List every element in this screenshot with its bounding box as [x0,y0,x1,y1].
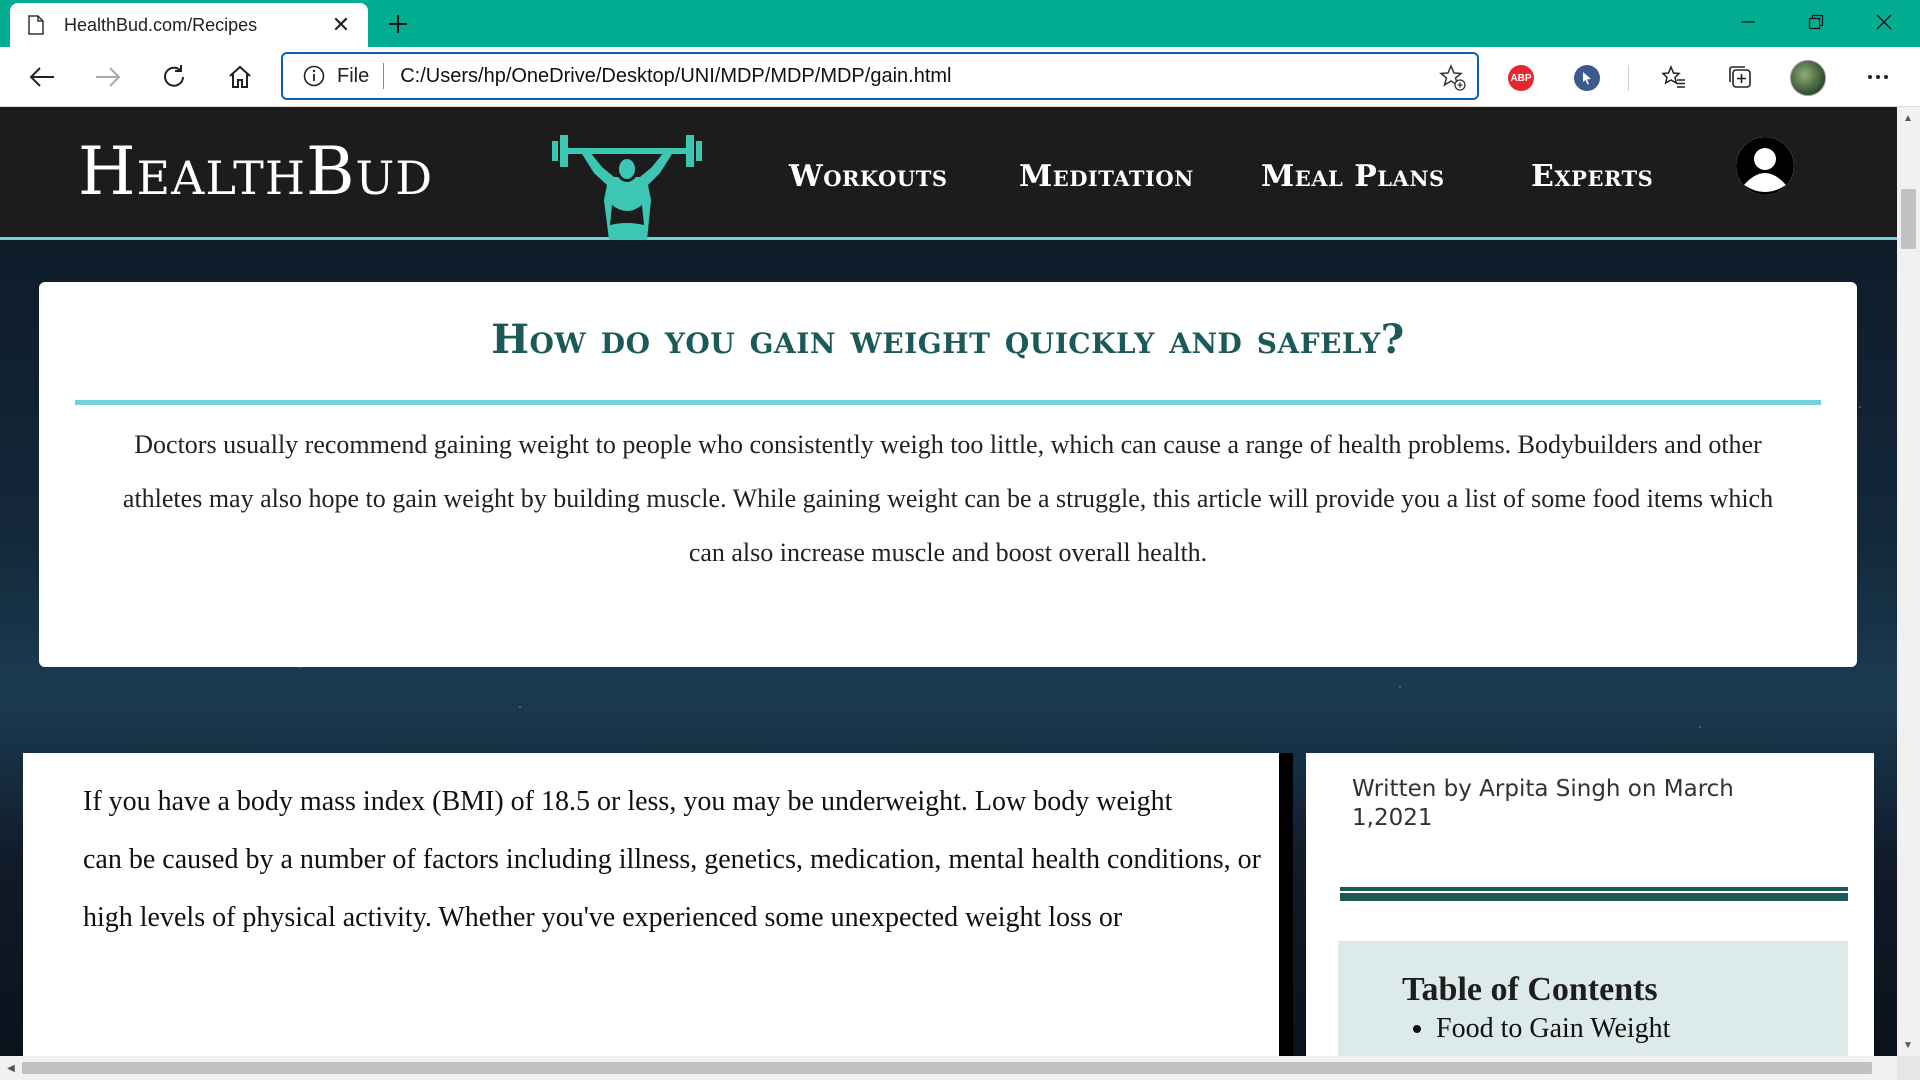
vertical-scroll-thumb[interactable] [1901,189,1916,249]
close-window-button[interactable] [1850,0,1918,44]
forward-button[interactable] [88,57,128,97]
page-viewport: HealthBud Workouts Meditation Meal Plans… [0,107,1897,1056]
scroll-left-icon[interactable]: ◀ [2,1059,20,1077]
user-account-icon [1736,137,1794,195]
cursor-icon [1583,72,1591,85]
restore-button[interactable] [1782,0,1850,44]
add-favorite-icon[interactable] [1439,64,1467,92]
minimize-icon [1741,21,1755,23]
arrow-left-icon [29,67,54,87]
toc-list: Food to Gain Weight [1436,1013,1848,1045]
address-bar[interactable]: File C:/Users/hp/OneDrive/Desktop/UNI/MD… [281,52,1479,100]
settings-more-button[interactable] [1858,57,1898,97]
info-icon[interactable] [303,65,325,87]
toc-item-food-to-gain-weight[interactable]: Food to Gain Weight [1436,1013,1848,1045]
address-url[interactable]: C:/Users/hp/OneDrive/Desktop/UNI/MDP/MDP… [400,65,951,88]
toolbar-divider [1628,65,1629,91]
intro-card: How do you gain weight quickly and safel… [39,282,1857,667]
browser-tab[interactable]: HealthBud.com/Recipes ✕ [10,3,368,47]
article-line: high levels of physical activity. Whethe… [83,902,1123,933]
refresh-icon [164,65,184,87]
site-header: HealthBud Workouts Meditation Meal Plans… [0,107,1897,240]
article-line: If you have a body mass index (BMI) of 1… [83,786,1173,817]
nav-experts[interactable]: Experts [1531,159,1653,194]
close-tab-icon[interactable]: ✕ [328,12,354,38]
horizontal-scrollbar[interactable]: ◀ [0,1056,1897,1080]
plus-icon [389,15,407,33]
address-separator [383,63,385,89]
author-byline: Written by Arpita Singh on March 1,2021 [1352,776,1734,831]
article-body: If you have a body mass index (BMI) of 1… [23,753,1293,1056]
page-icon [28,15,44,35]
intro-paragraph: Doctors usually recommend gaining weight… [122,430,1774,567]
table-of-contents: Table of Contents Food to Gain Weight [1338,941,1848,1056]
toc-title: Table of Contents [1402,971,1658,1008]
page-title: How do you gain weight quickly and safel… [491,316,1405,363]
restore-icon [1808,14,1824,30]
scrollbar-corner [1897,1056,1920,1080]
vertical-scrollbar[interactable]: ▲ ▼ [1897,107,1920,1056]
article-line: can be caused by a number of factors inc… [83,844,1261,875]
nav-meditation[interactable]: Meditation [1019,159,1194,194]
favorites-button[interactable] [1654,57,1694,97]
profile-avatar[interactable] [1790,60,1826,96]
cursor-extension-button[interactable] [1574,65,1600,91]
nav-meal-plans[interactable]: Meal Plans [1261,159,1445,194]
address-scheme: File [337,64,370,87]
new-tab-button[interactable] [380,8,416,40]
collections-button[interactable] [1720,57,1760,97]
horizontal-scroll-thumb[interactable] [22,1062,1872,1074]
browser-toolbar: File C:/Users/hp/OneDrive/Desktop/UNI/MD… [0,47,1920,107]
adblock-extension-button[interactable]: ABP [1508,65,1534,91]
title-divider [75,400,1821,405]
minimize-button[interactable] [1714,0,1782,44]
more-dots-icon [1868,75,1888,79]
scroll-down-icon[interactable]: ▼ [1899,1036,1917,1054]
nav-workouts[interactable]: Workouts [789,159,948,194]
home-button[interactable] [220,57,260,97]
scroll-up-icon[interactable]: ▲ [1899,109,1917,127]
site-brand[interactable]: HealthBud [78,133,433,210]
account-button[interactable] [1736,137,1794,195]
favorites-icon [1661,65,1685,88]
collections-icon [1729,66,1751,88]
weightlifter-logo-icon [552,135,702,240]
back-button[interactable] [22,57,62,97]
arrow-right-icon [96,67,121,87]
article-text: If you have a body mass index (BMI) of 1… [83,773,1273,947]
tab-title: HealthBud.com/Recipes [64,14,258,35]
home-icon [229,65,251,88]
sidebar-divider [1340,887,1848,901]
refresh-button[interactable] [154,57,194,97]
article-sidebar: Written by Arpita Singh on March 1,2021 … [1306,753,1874,1056]
close-icon [1876,14,1892,30]
browser-tab-strip: HealthBud.com/Recipes ✕ [0,0,1920,47]
